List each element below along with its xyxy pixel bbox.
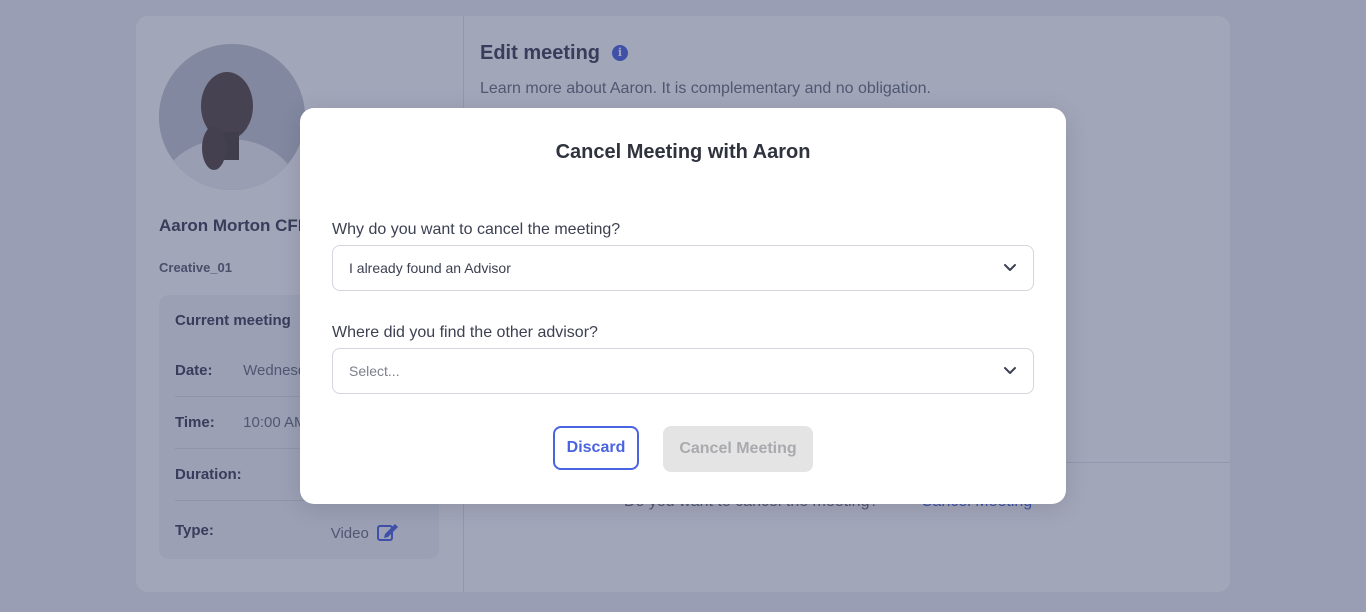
cancel-meeting-modal: Cancel Meeting with Aaron Why do you wan… — [300, 108, 1066, 504]
advisor-source-label: Where did you find the other advisor? — [332, 324, 598, 341]
cancel-reason-value: I already found an Advisor — [349, 260, 511, 276]
cancel-reason-select[interactable]: I already found an Advisor — [332, 245, 1034, 291]
modal-title: Cancel Meeting with Aaron — [555, 141, 811, 163]
advisor-source-placeholder: Select... — [349, 363, 400, 379]
discard-button[interactable]: Discard — [553, 426, 639, 470]
chevron-down-icon — [1004, 264, 1016, 271]
chevron-down-icon — [1004, 367, 1016, 374]
cancel-reason-label: Why do you want to cancel the meeting? — [332, 221, 621, 238]
cancel-meeting-button[interactable]: Cancel Meeting — [663, 426, 813, 472]
advisor-source-select[interactable]: Select... — [332, 348, 1034, 394]
